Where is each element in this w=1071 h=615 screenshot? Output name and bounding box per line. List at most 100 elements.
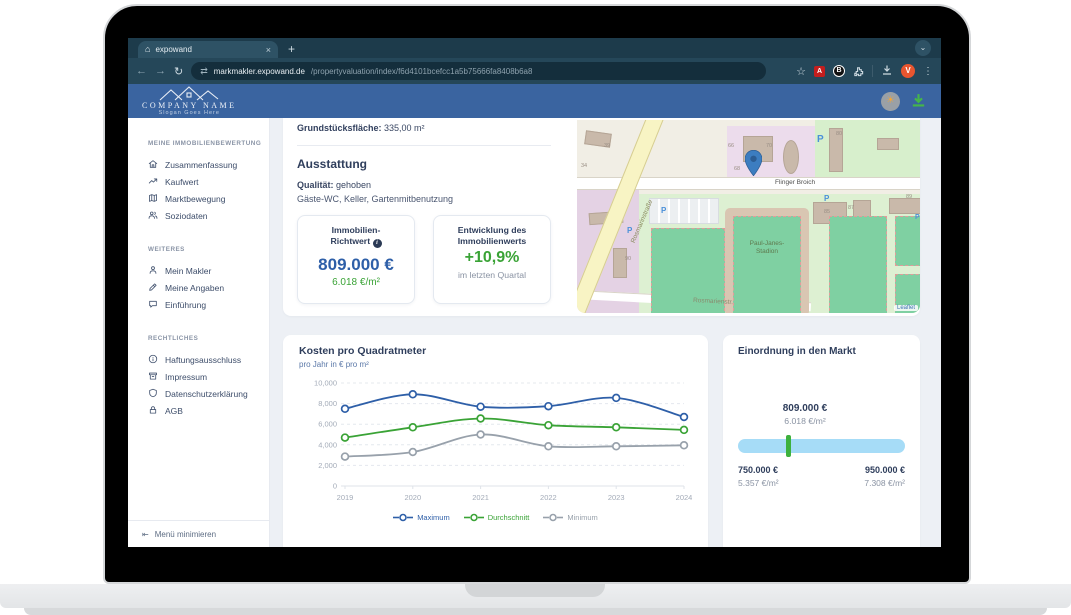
tab-title: expowand [155, 45, 260, 54]
quality-row: Qualität: gehoben [297, 180, 551, 190]
lock-icon [148, 405, 158, 417]
app-header: COMPANY NAME Slogan Goes Here ☀ [128, 84, 941, 118]
svg-text:2,000: 2,000 [318, 461, 337, 470]
people-icon [148, 210, 158, 222]
growth-value: +10,9% [434, 249, 550, 267]
market-current-value: 809.000 € [750, 403, 860, 414]
downloads-icon[interactable] [881, 64, 893, 78]
sidebar-item-label: Soziodaten [165, 211, 208, 221]
browser-tab[interactable]: ⌂ expowand × [138, 41, 278, 58]
svg-text:2023: 2023 [608, 493, 625, 502]
download-report-icon[interactable] [910, 92, 927, 111]
house-number: 34 [581, 163, 587, 169]
house-number: 90 [625, 256, 631, 262]
map-parking-lot [649, 198, 719, 224]
home-icon [148, 159, 158, 171]
extensions-puzzle-icon[interactable] [853, 66, 864, 77]
menu-collapse-button[interactable]: ⇤ Menü minimieren [128, 520, 269, 547]
collapse-label: Menü minimieren [155, 530, 216, 539]
main-content: Grundstücksfläche: 335,00 m² Ausstattung… [270, 118, 941, 547]
house-number: 70 [766, 143, 772, 149]
sidebar-item-datenschutzerkl-rung[interactable]: Datenschutzerklärung [148, 385, 269, 402]
sidebar-item-label: Mein Makler [165, 266, 211, 276]
map-building [613, 248, 627, 278]
sidebar-item-einf-hrung[interactable]: Einführung [148, 296, 269, 313]
line-chart[interactable]: 02,0004,0006,0008,00010,0002019202020212… [299, 369, 692, 511]
legend-marker-icon [393, 513, 413, 522]
features-title: Ausstattung [297, 157, 551, 171]
edit-icon [148, 282, 158, 294]
app-body: MEINE IMMOBILIENBEWERTUNGZusammenfassung… [128, 118, 941, 547]
market-min-value: 750.000 € [738, 465, 779, 475]
bookmark-star-icon[interactable]: ☆ [796, 65, 806, 78]
site-info-icon[interactable]: ⇄ [200, 66, 208, 77]
chat-icon [148, 299, 158, 311]
sidebar-item-soziodaten[interactable]: Soziodaten [148, 207, 269, 224]
parking-icon: P [661, 206, 666, 215]
house-number: 80 [836, 131, 842, 137]
map-building [889, 198, 920, 214]
market-max: 950.000 € 7.308 €/m² [864, 465, 905, 488]
growth-period: im letzten Quartal [434, 270, 550, 280]
browser-window: ⌂ expowand × + ⌄ ← → ↻ ⇄ markmakler.expo… [128, 38, 941, 547]
market-range-bar [738, 439, 905, 453]
parking-icon: P [627, 226, 632, 235]
summary-panel: Grundstücksfläche: 335,00 m² Ausstattung… [283, 118, 920, 316]
map-pitch [895, 216, 920, 266]
sidebar-item-zusammenfassung[interactable]: Zusammenfassung [148, 156, 269, 173]
growth-card-title-1: Entwicklung des [458, 225, 527, 235]
profile-avatar[interactable]: V [901, 64, 915, 78]
pdf-extension-icon[interactable]: A [814, 66, 825, 77]
legend-item-maximum[interactable]: Maximum [393, 513, 450, 522]
sidebar-item-mein-makler[interactable]: Mein Makler [148, 262, 269, 279]
sidebar-item-kaufwert[interactable]: Kaufwert [148, 173, 269, 190]
browser-toolbar-right: ☆ A B V ⋮ [796, 64, 933, 78]
map-icon [148, 193, 158, 205]
sidebar-item-meine-angaben[interactable]: Meine Angaben [148, 279, 269, 296]
new-tab-button[interactable]: + [288, 40, 295, 58]
legend-item-minimum[interactable]: Minimum [543, 513, 597, 522]
svg-text:6,000: 6,000 [318, 420, 337, 429]
leaflet-attribution[interactable]: Leaflet [894, 305, 918, 311]
toolbar-divider [872, 65, 873, 77]
quality-label: Qualität: [297, 180, 334, 190]
theme-toggle-sun-icon[interactable]: ☀ [881, 92, 900, 111]
market-current: 809.000 € 6.018 €/m² [750, 403, 860, 426]
chart-subtitle: pro Jahr in € pro m² [299, 360, 692, 369]
tab-search-button[interactable]: ⌄ [915, 40, 931, 56]
company-logo: COMPANY NAME Slogan Goes Here [142, 86, 237, 116]
house-number: 85 [824, 209, 830, 215]
browser-menu-icon[interactable]: ⋮ [923, 66, 933, 77]
cost-chart-panel: Kosten pro Quadratmeter pro Jahr in € pr… [283, 335, 708, 547]
sidebar-item-label: Marktbewegung [165, 194, 225, 204]
tab-close-icon[interactable]: × [266, 45, 271, 55]
browser-tabstrip: ⌂ expowand × + ⌄ [128, 38, 941, 58]
forward-icon[interactable]: → [155, 65, 166, 77]
sidebar-item-agb[interactable]: AGB [148, 402, 269, 419]
collapse-icon: ⇤ [142, 530, 149, 539]
reload-icon[interactable]: ↻ [174, 65, 183, 78]
svg-text:2021: 2021 [472, 493, 489, 502]
parking-icon: P [915, 214, 920, 221]
sidebar-item-label: Haftungsausschluss [165, 355, 241, 365]
svg-text:0: 0 [333, 482, 337, 491]
legend-item-durchschnitt[interactable]: Durchschnitt [464, 513, 530, 522]
location-map[interactable]: Flinger Broich Rosmarinstraße Rosmariens… [577, 120, 920, 313]
sidebar-item-label: Impressum [165, 372, 207, 382]
quality-value: gehoben [334, 180, 372, 190]
laptop-bottom-edge [24, 608, 1047, 615]
trend-icon [148, 176, 158, 188]
sidebar-item-impressum[interactable]: Impressum [148, 368, 269, 385]
plot-area-row: Grundstücksfläche: 335,00 m² [297, 122, 551, 136]
property-value: 809.000 € [298, 255, 414, 275]
address-bar[interactable]: ⇄ markmakler.expowand.de/propertyvaluati… [191, 62, 766, 80]
sidebar-item-label: AGB [165, 406, 183, 416]
back-icon[interactable]: ← [136, 65, 147, 77]
sidebar-item-haftungsausschluss[interactable]: Haftungsausschluss [148, 351, 269, 368]
url-path: /propertyvaluation/index/f6d4101bcefcc1a… [311, 67, 533, 76]
extension-b-icon[interactable]: B [833, 65, 845, 77]
info-icon[interactable]: i [373, 239, 382, 248]
sidebar-item-marktbewegung[interactable]: Marktbewegung [148, 190, 269, 207]
market-current-sub: 6.018 €/m² [750, 416, 860, 426]
value-card-title-2: Richtwert [331, 236, 373, 246]
